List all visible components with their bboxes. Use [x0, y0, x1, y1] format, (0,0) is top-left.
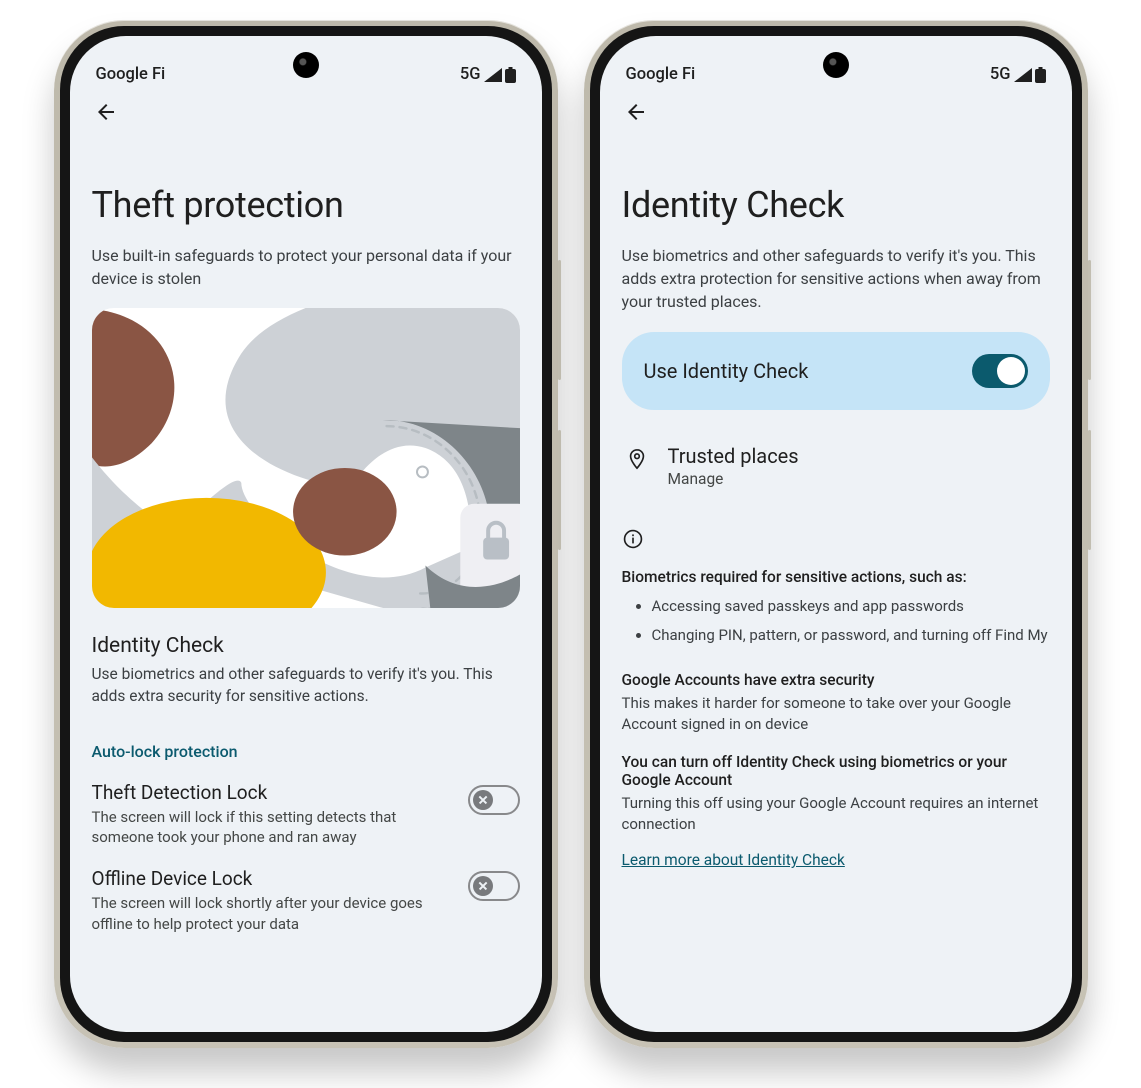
learn-more-link[interactable]: Learn more about Identity Check [622, 851, 845, 869]
signal-icon [1014, 68, 1032, 82]
trusted-places-sub: Manage [668, 470, 799, 488]
location-pin-icon [626, 448, 648, 470]
use-identity-check-label: Use Identity Check [644, 359, 809, 383]
trusted-places-item[interactable]: Trusted places Manage [622, 442, 1050, 490]
battery-icon [505, 67, 516, 83]
phone-right: Google Fi 5G Identity Check Use biometri… [584, 20, 1088, 1048]
back-button[interactable] [614, 90, 658, 134]
screen-identity-check: Google Fi 5G Identity Check Use biometri… [600, 36, 1072, 1032]
network-label: 5G [990, 65, 1011, 84]
identity-check-desc: Use biometrics and other safeguards to v… [92, 664, 520, 707]
back-button[interactable] [84, 90, 128, 134]
offline-device-desc: The screen will lock shortly after your … [92, 893, 454, 934]
biometrics-bullet: Changing PIN, pattern, or password, and … [652, 623, 1050, 653]
turnoff-heading: You can turn off Identity Check using bi… [622, 753, 1050, 789]
screen-theft-protection: Google Fi 5G Theft protection Use built-… [70, 36, 542, 1032]
theft-illustration [92, 308, 520, 608]
offline-device-title: Offline Device Lock [92, 867, 454, 890]
page-subtitle: Use built-in safeguards to protect your … [92, 244, 520, 290]
phone-left: Google Fi 5G Theft protection Use built-… [54, 20, 558, 1048]
turnoff-text: Turning this off using your Google Accou… [622, 793, 1050, 835]
use-identity-check-switch[interactable] [972, 354, 1028, 388]
use-identity-check-toggle-row[interactable]: Use Identity Check [622, 332, 1050, 410]
identity-check-item[interactable]: Identity Check Use biometrics and other … [92, 634, 520, 707]
accounts-text: This makes it harder for someone to take… [622, 693, 1050, 735]
battery-icon [1035, 67, 1046, 83]
theft-detection-toggle[interactable] [468, 785, 520, 815]
offline-device-lock-row: Offline Device Lock The screen will lock… [92, 867, 520, 934]
arrow-left-icon [94, 100, 118, 124]
biometrics-heading: Biometrics required for sensitive action… [622, 568, 1050, 586]
arrow-left-icon [624, 100, 648, 124]
theft-illustration-card[interactable] [92, 308, 520, 608]
info-icon [622, 528, 644, 550]
theft-detection-lock-row: Theft Detection Lock The screen will loc… [92, 781, 520, 848]
info-block: Biometrics required for sensitive action… [622, 528, 1050, 870]
page-subtitle: Use biometrics and other safeguards to v… [622, 244, 1050, 314]
accounts-heading: Google Accounts have extra security [622, 671, 1050, 689]
camera-cutout [293, 52, 319, 78]
theft-detection-desc: The screen will lock if this setting det… [92, 807, 454, 848]
auto-lock-section-label: Auto-lock protection [92, 742, 520, 761]
carrier-label: Google Fi [626, 65, 696, 84]
network-label: 5G [460, 65, 481, 84]
theft-detection-title: Theft Detection Lock [92, 781, 454, 804]
signal-icon [484, 68, 502, 82]
offline-device-toggle[interactable] [468, 871, 520, 901]
trusted-places-title: Trusted places [668, 444, 799, 468]
camera-cutout [823, 52, 849, 78]
identity-check-title: Identity Check [92, 634, 520, 658]
biometrics-bullet: Accessing saved passkeys and app passwor… [652, 594, 1050, 624]
page-title: Theft protection [92, 184, 520, 226]
carrier-label: Google Fi [96, 65, 166, 84]
page-title: Identity Check [622, 184, 1050, 226]
